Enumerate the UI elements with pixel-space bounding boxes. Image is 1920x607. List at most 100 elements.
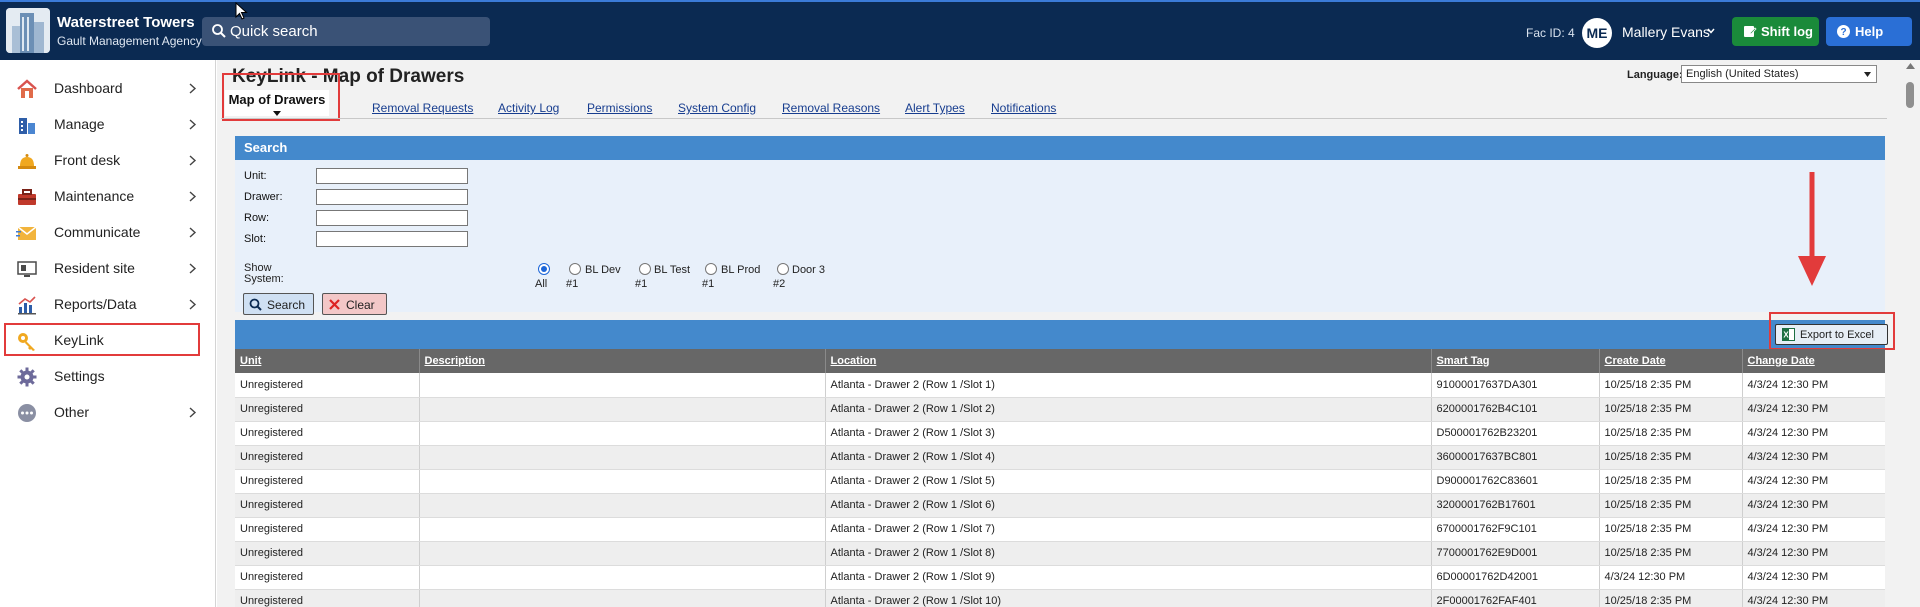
mouse-cursor-icon [235, 2, 248, 20]
column-header-location[interactable]: Location [825, 349, 1432, 373]
sidebar-item-front-desk[interactable]: Front desk [0, 144, 216, 176]
column-header-unit[interactable]: Unit [235, 349, 420, 373]
table-row[interactable]: Unregistered Atlanta - Drawer 2 (Row 1 /S… [235, 421, 1885, 446]
system-radio-bl-test[interactable] [639, 263, 651, 275]
cell-description [419, 373, 826, 398]
cell-unit: Unregistered [235, 373, 420, 398]
cell-create-date: 10/25/18 2:35 PM [1599, 469, 1743, 494]
cell-location: Atlanta - Drawer 2 (Row 1 /Slot 6) [825, 493, 1432, 518]
tab-removal-requests[interactable]: Removal Requests [372, 101, 473, 115]
facility-id: Fac ID: 4 [1526, 26, 1575, 40]
unit-input[interactable] [316, 168, 468, 184]
table-row[interactable]: Unregistered Atlanta - Drawer 2 (Row 1 /S… [235, 373, 1885, 398]
cell-unit: Unregistered [235, 469, 420, 494]
system-radio-door-3[interactable] [777, 263, 789, 275]
unit-label: Unit: [244, 170, 267, 182]
cell-description [419, 421, 826, 446]
property-name: Waterstreet Towers [57, 14, 195, 31]
search-panel-header: Search [235, 136, 1885, 160]
column-header-smart-tag[interactable]: Smart Tag [1431, 349, 1600, 373]
table-row[interactable]: Unregistered Atlanta - Drawer 2 (Row 1 /S… [235, 469, 1885, 494]
tab-system-config[interactable]: System Config [678, 101, 756, 115]
row-input[interactable] [316, 210, 468, 226]
cell-location: Atlanta - Drawer 2 (Row 1 /Slot 10) [825, 589, 1432, 607]
system-radio-bl-dev[interactable] [569, 263, 581, 275]
more-dots-icon [18, 404, 36, 422]
dropdown-arrow-icon [1864, 72, 1871, 77]
search-button[interactable]: Search [243, 293, 314, 315]
show-system-label: Show System: [244, 262, 284, 285]
sidebar-item-dashboard[interactable]: Dashboard [0, 72, 216, 104]
user-avatar[interactable]: ME [1582, 18, 1612, 48]
cell-location: Atlanta - Drawer 2 (Row 1 /Slot 2) [825, 397, 1432, 422]
sidebar-item-label: Resident site [54, 260, 135, 276]
drawer-input[interactable] [316, 189, 468, 205]
quick-search-box[interactable] [202, 17, 490, 46]
table-row[interactable]: Unregistered Atlanta - Drawer 2 (Row 1 /S… [235, 541, 1885, 566]
sidebar-nav: Dashboard Manage Front desk Maintenance … [0, 60, 216, 607]
table-row[interactable]: Unregistered Atlanta - Drawer 2 (Row 1 /S… [235, 589, 1885, 607]
tab-alert-types[interactable]: Alert Types [905, 101, 965, 115]
sidebar-item-label: Reports/Data [54, 296, 137, 312]
sidebar-item-maintenance[interactable]: Maintenance [0, 180, 216, 212]
help-button[interactable]: ? Help [1826, 17, 1912, 46]
magnifier-icon [249, 298, 262, 311]
table-row[interactable]: Unregistered Atlanta - Drawer 2 (Row 1 /S… [235, 445, 1885, 470]
cell-unit: Unregistered [235, 493, 420, 518]
cell-change-date: 4/3/24 12:30 PM [1742, 493, 1885, 518]
quick-search-input[interactable] [230, 20, 480, 43]
system-radio-sublabel: #1 [702, 278, 715, 290]
scroll-thumb[interactable] [1906, 82, 1914, 108]
tab-activity-log[interactable]: Activity Log [498, 101, 559, 115]
chevron-down-icon[interactable] [1706, 26, 1716, 36]
scroll-up-arrow-icon[interactable] [1906, 63, 1915, 69]
cell-smart-tag: D500001762B23201 [1431, 421, 1600, 446]
clear-button-label: Clear [346, 298, 375, 312]
system-radio-all[interactable] [538, 263, 550, 275]
language-select[interactable]: English (United States) [1681, 65, 1877, 83]
cell-description [419, 493, 826, 518]
page-scrollbar[interactable] [1901, 60, 1920, 607]
sidebar-item-settings[interactable]: Settings [0, 360, 216, 392]
cell-change-date: 4/3/24 12:30 PM [1742, 373, 1885, 398]
search-button-label: Search [267, 298, 306, 312]
monitor-icon [17, 261, 37, 277]
system-radio-bl-prod[interactable] [705, 263, 717, 275]
chevron-right-icon [189, 263, 197, 274]
table-row[interactable]: Unregistered Atlanta - Drawer 2 (Row 1 /S… [235, 397, 1885, 422]
cell-location: Atlanta - Drawer 2 (Row 1 /Slot 1) [825, 373, 1432, 398]
sidebar-item-other[interactable]: Other [0, 396, 216, 428]
sidebar-item-resident-site[interactable]: Resident site [0, 252, 216, 284]
column-header-change-date[interactable]: Change Date [1742, 349, 1885, 373]
top-bar: Waterstreet Towers Gault Management Agen… [0, 0, 1920, 60]
clear-button[interactable]: Clear [322, 293, 387, 315]
table-header-row: Unit Description Location Smart Tag Crea… [235, 349, 1885, 373]
cell-description [419, 469, 826, 494]
column-header-create-date[interactable]: Create Date [1599, 349, 1743, 373]
cell-unit: Unregistered [235, 565, 420, 590]
tab-removal-reasons[interactable]: Removal Reasons [782, 101, 880, 115]
tab-permissions[interactable]: Permissions [587, 101, 652, 115]
sidebar-item-reports-data[interactable]: Reports/Data [0, 288, 216, 320]
cell-location: Atlanta - Drawer 2 (Row 1 /Slot 4) [825, 445, 1432, 470]
cell-change-date: 4/3/24 12:30 PM [1742, 565, 1885, 590]
table-row[interactable]: Unregistered Atlanta - Drawer 2 (Row 1 /S… [235, 493, 1885, 518]
slot-input[interactable] [316, 231, 468, 247]
sidebar-item-manage[interactable]: Manage [0, 108, 216, 140]
table-row[interactable]: Unregistered Atlanta - Drawer 2 (Row 1 /S… [235, 517, 1885, 542]
system-radio-label: BL Test [654, 264, 691, 276]
shift-log-button[interactable]: Shift log [1732, 17, 1819, 46]
sidebar-item-label: Other [54, 404, 90, 420]
table-row[interactable]: Unregistered Atlanta - Drawer 2 (Row 1 /S… [235, 565, 1885, 590]
sidebar-item-communicate[interactable]: Communicate [0, 216, 216, 248]
chevron-right-icon [189, 191, 197, 202]
tab-notifications[interactable]: Notifications [991, 101, 1056, 115]
cell-create-date: 10/25/18 2:35 PM [1599, 517, 1743, 542]
results-toolbar: X Export to Excel [235, 312, 1895, 350]
language-value: English (United States) [1686, 68, 1799, 80]
cell-change-date: 4/3/24 12:30 PM [1742, 445, 1885, 470]
user-name[interactable]: Mallery Evans [1622, 24, 1710, 40]
cell-smart-tag: 3200001762B17601 [1431, 493, 1600, 518]
building-logo-icon[interactable] [6, 8, 50, 53]
column-header-description[interactable]: Description [419, 349, 826, 373]
